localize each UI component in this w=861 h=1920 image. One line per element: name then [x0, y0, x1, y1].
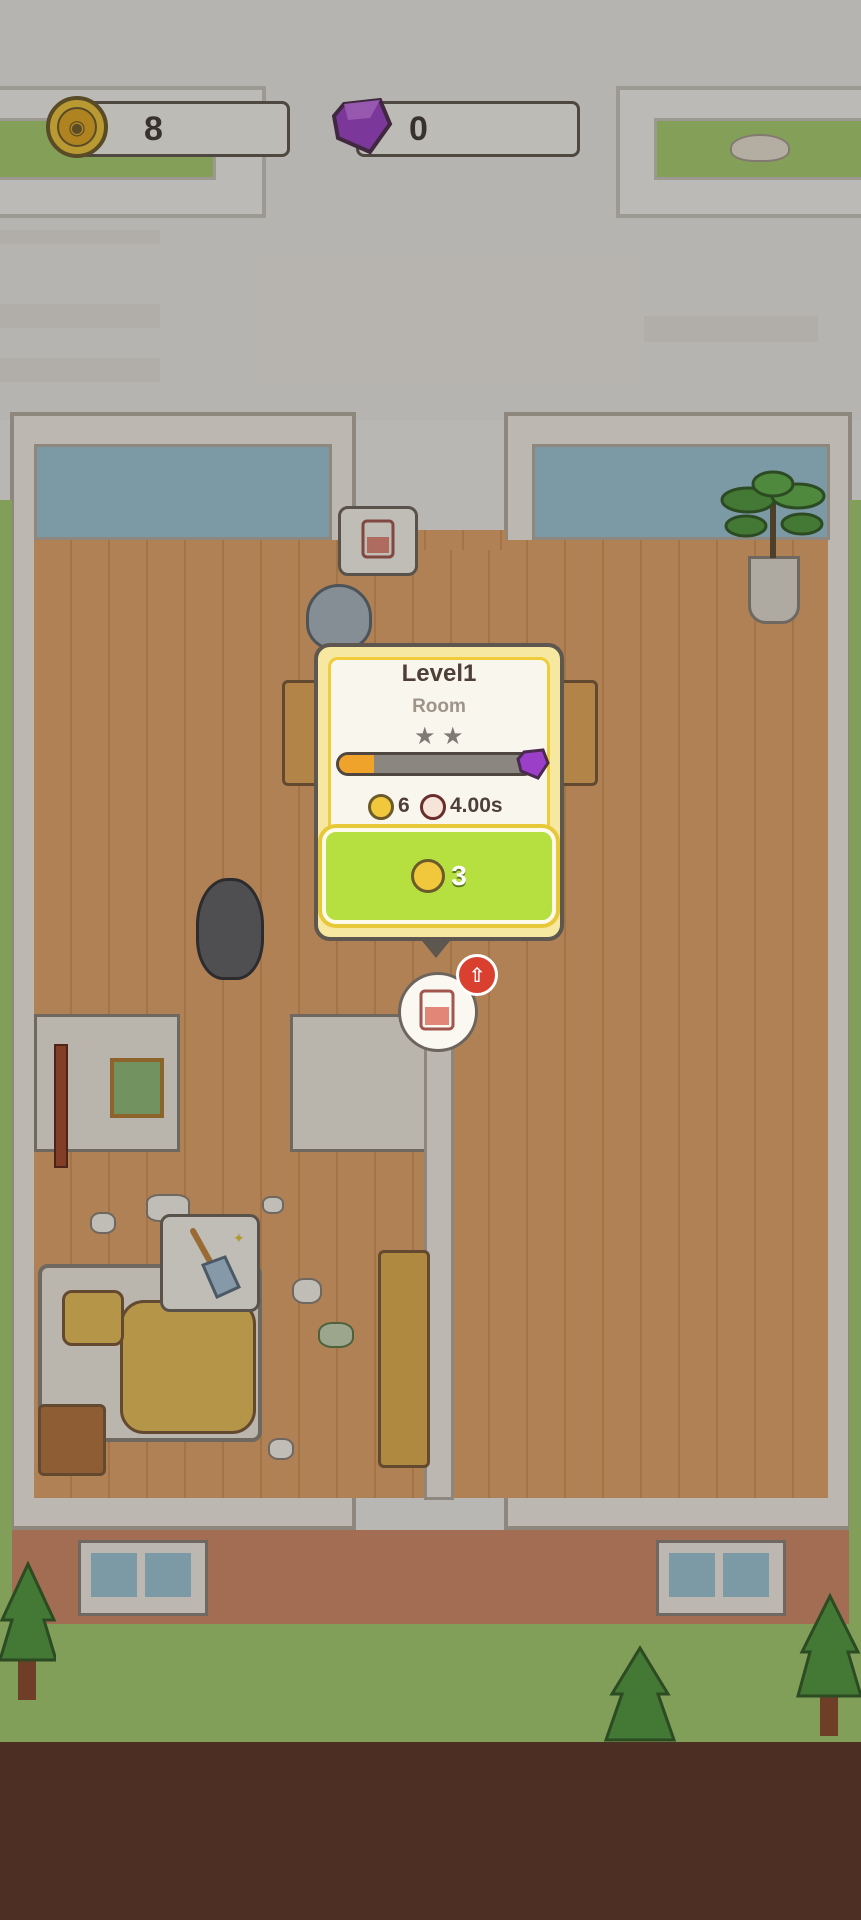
buy-upgrade-button[interactable]: 3 [322, 828, 556, 924]
cat-coin-icon [411, 859, 446, 893]
income-value: 6 [398, 794, 410, 817]
game-screen: 8 ◉ 0 ✦ ⇧ Level1 Room ★ ★ 6 4.00s 3 [0, 0, 861, 1920]
dim-overlay [0, 0, 861, 1920]
level-progress-bar [336, 752, 536, 776]
popup-title: Level1 [401, 660, 477, 687]
buy-cost: 3 [451, 860, 467, 891]
cat-coin-icon [368, 794, 394, 820]
progress-fill [339, 755, 374, 773]
arrow-up-icon: ⇧ [456, 954, 498, 996]
popup-subtitle: Room [412, 696, 466, 717]
star-icon: ★ [414, 722, 436, 750]
purple-gem-icon [516, 748, 550, 780]
clock-icon [420, 794, 446, 820]
star-icon: ★ [442, 722, 464, 750]
time-value: 4.00s [450, 794, 503, 817]
